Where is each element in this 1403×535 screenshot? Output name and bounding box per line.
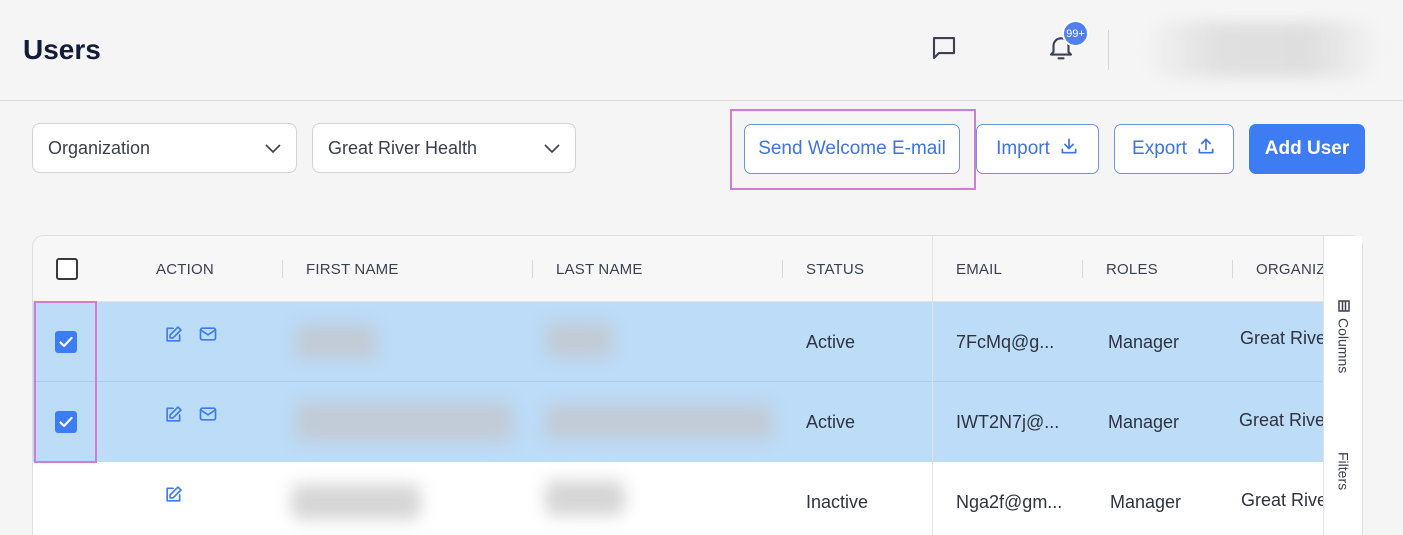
column-header-last-name[interactable]: LAST NAME [556,236,643,302]
column-header-action: ACTION [156,260,214,278]
column-header-email[interactable]: EMAIL [956,236,1002,302]
pinned-column-divider [932,236,933,535]
column-header-status[interactable]: STATUS [806,236,864,302]
edit-icon[interactable] [163,295,183,375]
column-divider [1082,260,1083,278]
first-name-redacted [291,484,421,520]
table-header: ACTION FIRST NAME LAST NAME STATUS EMAIL… [33,236,1326,302]
column-divider [782,260,783,278]
email-text: 7FcMq@g... [956,331,1055,352]
organization-text: Great River [1241,489,1334,510]
chat-icon[interactable] [928,32,960,64]
page-header: Users 99+ [0,0,1403,101]
column-divider [532,260,533,278]
edit-icon[interactable] [163,455,183,535]
organization-text: Great River [1239,409,1332,430]
column-header-roles[interactable]: ROLES [1106,236,1158,302]
status-text: Active [806,331,856,352]
header-divider [1108,30,1109,70]
mail-icon[interactable] [198,294,218,374]
filters-label: Filters [1335,451,1352,491]
role-text: Manager [1108,411,1180,432]
column-header-organization[interactable]: ORGANIZ [1256,236,1326,302]
last-name-redacted [545,480,625,516]
table-row[interactable]: Inactive Nga2f@gm... Manager Great River [33,462,1333,535]
select-all-checkbox[interactable] [56,258,78,280]
table-row[interactable]: Active 7FcMq@g... Manager Great River [33,302,1332,382]
add-user-button[interactable]: Add User [1249,124,1365,174]
export-label: Export [1132,138,1187,159]
email-text: Nga2f@gm... [956,491,1063,512]
filter-type-select[interactable]: Organization [32,123,297,173]
chevron-down-icon [265,138,281,159]
send-welcome-email-label: Send Welcome E-mail [758,138,946,159]
edit-icon[interactable] [163,375,183,455]
role-text: Manager [1108,331,1180,352]
mail-icon[interactable] [198,374,218,454]
send-welcome-email-button[interactable]: Send Welcome E-mail [744,124,960,174]
columns-label: Columns [1335,318,1352,374]
filter-type-value: Organization [48,137,151,158]
add-user-label: Add User [1264,138,1350,159]
columns-icon [1336,300,1352,313]
first-name-redacted [295,324,377,360]
download-icon [1059,136,1079,162]
status-text: Active [806,411,856,432]
column-divider [282,260,283,278]
first-name-redacted [295,402,513,442]
organization-text: Great River [1240,327,1333,348]
last-name-redacted [545,404,773,440]
email-text: IWT2N7j@... [956,411,1060,432]
side-panel: Columns Filters [1323,236,1362,535]
organization-value: Great River Health [328,137,478,158]
filters-tab[interactable]: Filters [1324,441,1363,501]
page-title: Users [23,34,101,65]
import-button[interactable]: Import [976,124,1099,174]
table-row[interactable]: Active IWT2N7j@... Manager Great River [33,382,1331,462]
columns-tab[interactable]: Columns [1324,292,1363,382]
chevron-down-icon [544,138,560,159]
last-name-redacted [545,322,613,358]
import-label: Import [996,138,1050,159]
upload-icon [1196,136,1216,162]
column-divider [1232,260,1233,278]
status-text: Inactive [806,491,869,512]
user-profile-redacted[interactable] [1150,22,1375,77]
export-button[interactable]: Export [1114,124,1234,174]
column-header-first-name[interactable]: FIRST NAME [306,236,399,302]
notification-badge: 99+ [1062,20,1089,47]
users-table: ACTION FIRST NAME LAST NAME STATUS EMAIL… [32,235,1363,535]
role-text: Manager [1110,491,1182,512]
organization-select[interactable]: Great River Health [312,123,576,173]
highlight-box-checkboxes [34,301,97,463]
